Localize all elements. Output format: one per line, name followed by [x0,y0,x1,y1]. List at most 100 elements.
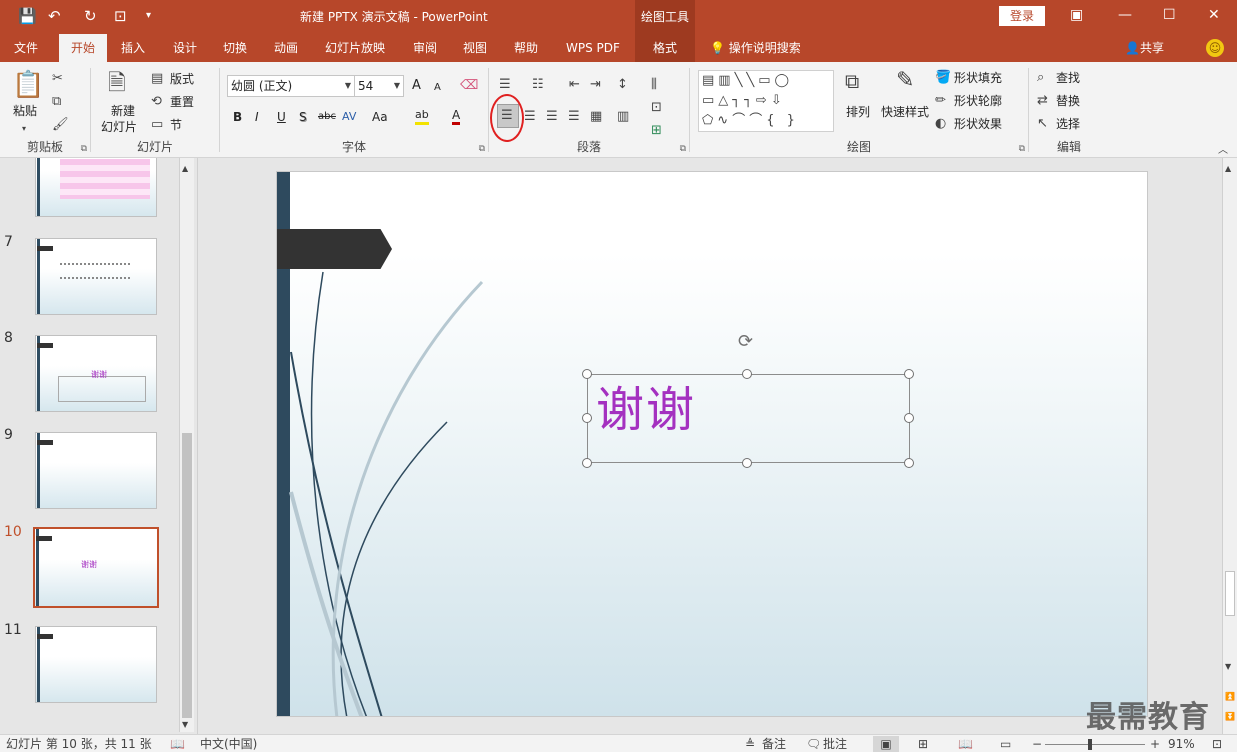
scroll-down-icon[interactable]: ▼ [182,716,188,734]
new-slide-label-2[interactable]: 幻灯片 [101,118,137,136]
slide-text[interactable]: 谢谢 [596,378,696,442]
clear-formatting-icon[interactable]: ⌫ [460,77,478,95]
copy-icon[interactable]: ⧉ [52,93,61,111]
resize-handle[interactable] [582,369,592,379]
zoom-in-icon[interactable]: + [1150,736,1160,752]
font-name-combo[interactable]: 幼圆 (正文) ▼ [227,75,355,97]
previous-slide-icon[interactable]: ⏫ [1225,688,1235,706]
highlight-button[interactable]: ab [415,108,429,125]
resize-handle[interactable] [904,458,914,468]
replace-icon[interactable]: ⇄ [1037,92,1048,110]
fit-to-window-icon[interactable]: ⊡ [1212,736,1222,752]
find-icon[interactable]: ⌕ [1037,69,1044,87]
layout-icon[interactable]: ▤ [151,70,163,88]
character-spacing-button[interactable]: AV [342,108,356,126]
clipboard-launcher-icon[interactable]: ⧉ [81,144,87,154]
resize-handle[interactable] [904,413,914,423]
select-button[interactable]: 选择 [1056,115,1080,133]
resize-handle[interactable] [742,369,752,379]
font-size-combo[interactable]: 54 ▼ [354,75,404,97]
distributed-icon[interactable]: ▦ [590,108,602,126]
customize-quick-access-icon[interactable]: ▾ [146,6,151,26]
present-from-start-icon[interactable]: ⊡ [114,6,127,26]
arrange-icon[interactable]: ⧉ [845,71,859,91]
font-launcher-icon[interactable]: ⧉ [479,144,485,154]
slide-thumbnail[interactable] [35,238,157,315]
align-text-icon[interactable]: ⊡ [651,99,662,117]
reset-button[interactable]: 重置 [170,93,194,111]
tab-format[interactable]: 格式 [635,34,695,62]
change-case-button[interactable]: Aa [372,108,388,126]
new-slide-icon[interactable]: 🗎 [108,70,126,98]
scroll-down-icon[interactable]: ▼ [1225,658,1231,676]
scroll-up-icon[interactable]: ▲ [182,160,188,178]
tab-transitions[interactable]: 切换 [223,34,247,62]
slide-thumbnail-active[interactable]: 谢谢 [33,527,159,608]
share-button[interactable]: 👤共享 [1125,34,1164,62]
quick-styles-icon[interactable]: ✎ [896,70,914,92]
shape-fill-icon[interactable]: 🪣 [935,69,951,87]
normal-view-icon[interactable]: ▣ [873,736,899,752]
redo-icon[interactable]: ↻ [84,6,97,26]
tab-slideshow[interactable]: 幻灯片放映 [325,34,385,62]
layout-button[interactable]: 版式 [170,70,194,88]
bold-button[interactable]: B [233,108,242,126]
justify-icon[interactable]: ☰ [568,108,580,126]
shape-outline-button[interactable]: 形状轮廓 [954,92,1002,110]
underline-button[interactable]: U [277,108,286,126]
drawing-launcher-icon[interactable]: ⧉ [1019,144,1025,154]
align-right-icon[interactable]: ☰ [546,108,558,126]
zoom-out-icon[interactable]: − [1032,736,1042,752]
notes-button[interactable]: 备注 [762,736,786,752]
slide-thumbnail[interactable]: 谢谢 [35,335,157,412]
font-color-button[interactable]: A [452,108,461,125]
next-slide-icon[interactable]: ⏬ [1225,708,1235,726]
resize-handle[interactable] [904,369,914,379]
line-spacing-icon[interactable]: ↕ [617,76,628,94]
replace-button[interactable]: 替换 [1056,92,1080,110]
tab-insert[interactable]: 插入 [121,34,145,62]
maximize-icon[interactable]: ☐ [1163,5,1176,25]
format-painter-icon[interactable]: 🖌 [52,116,69,134]
resize-handle[interactable] [582,413,592,423]
tell-me-search[interactable]: 💡 操作说明搜索 [710,34,801,62]
zoom-slider-track[interactable] [1045,744,1145,745]
shapes-gallery[interactable]: ▤▥╲╲▭◯ ▭△┐┐⇨⇩ ⬠∿⌒⌒{ } [698,70,834,132]
paste-button-label[interactable]: 粘贴 [13,102,37,120]
slide-thumbnail[interactable] [35,158,157,217]
feedback-smiley-icon[interactable]: ☺ [1206,39,1224,57]
resize-handle[interactable] [582,458,592,468]
tab-animations[interactable]: 动画 [274,34,298,62]
scroll-up-icon[interactable]: ▲ [1225,160,1231,178]
strikethrough-button[interactable]: abc [318,108,336,126]
close-icon[interactable]: ✕ [1208,5,1220,25]
tab-design[interactable]: 设计 [173,34,197,62]
numbering-icon[interactable]: ☷ [532,76,544,94]
scroll-thumb[interactable] [182,433,192,718]
tab-view[interactable]: 视图 [463,34,487,62]
slide-thumbnail[interactable] [35,432,157,509]
arrange-button[interactable]: 排列 [846,103,870,121]
find-button[interactable]: 查找 [1056,69,1080,87]
slide-thumbnail[interactable] [35,626,157,703]
align-center-icon[interactable]: ☰ [524,108,536,126]
save-icon[interactable]: 💾 [18,6,37,26]
tab-file[interactable]: 文件 [14,34,38,62]
zoom-slider-thumb[interactable] [1088,739,1092,750]
zoom-level[interactable]: 91% [1168,736,1195,752]
shape-outline-icon[interactable]: ✏ [935,92,946,110]
rotate-handle-icon[interactable]: ⟳ [738,331,753,352]
language-indicator[interactable]: 中文(中国) [200,736,257,752]
paragraph-launcher-icon[interactable]: ⧉ [680,144,686,154]
paste-dropdown-icon[interactable]: ▾ [22,120,26,138]
reading-view-icon[interactable]: 📖 [958,736,973,752]
quick-styles-button[interactable]: 快速样式 [881,103,929,121]
grow-font-button[interactable]: A [412,77,421,95]
tab-wps-pdf[interactable]: WPS PDF [566,34,620,62]
slideshow-view-icon[interactable]: ▭ [1000,736,1011,752]
reset-icon[interactable]: ⟲ [151,93,162,111]
undo-icon[interactable]: ↶ [48,6,61,26]
cut-icon[interactable]: ✂ [52,70,63,88]
scroll-thumb[interactable] [1225,571,1235,616]
slide-scrollbar[interactable]: ▲ ▼ ⏫ ⏬ [1222,158,1237,734]
